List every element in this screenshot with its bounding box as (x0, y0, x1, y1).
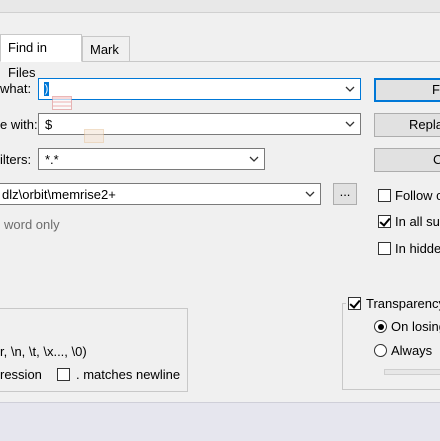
filters-value: *.* (45, 152, 59, 167)
replace-with-label: e with: (0, 117, 38, 132)
browse-label: ... (339, 184, 351, 199)
matches-newline-label: . matches newline (76, 367, 181, 382)
regex-mode-label[interactable]: ression (0, 367, 42, 382)
directory-value: dlz\orbit\memrise2+ (2, 187, 116, 202)
filters-label: ilters: (0, 152, 32, 167)
browse-directory-button[interactable]: ... (333, 183, 357, 205)
in-all-subfolders-checkbox[interactable] (378, 215, 391, 228)
in-hidden-folders-label: In hidde (395, 241, 440, 256)
directory-combo[interactable]: dlz\orbit\memrise2+ (0, 183, 321, 205)
match-whole-word-label[interactable]: word only (4, 217, 60, 232)
chevron-down-icon[interactable] (343, 82, 357, 96)
transparency-checkbox[interactable] (348, 297, 361, 310)
replace-button-label: Repla (409, 117, 440, 132)
tab-mark[interactable]: Mark (82, 36, 130, 61)
transparency-slider[interactable] (384, 369, 440, 375)
follow-current-doc-label: Follow c (395, 188, 440, 203)
find-all-button[interactable]: F (374, 78, 440, 102)
window-top-edge (0, 0, 440, 13)
status-bar (0, 402, 440, 441)
replace-with-value: $ (45, 117, 53, 132)
replace-hint-icon (84, 129, 104, 143)
on-losing-focus-radio[interactable] (374, 320, 387, 333)
replace-in-files-button[interactable]: Repla (374, 113, 440, 137)
find-all-label: F (432, 82, 440, 97)
in-all-subfolders-label: In all su (395, 214, 440, 229)
close-button[interactable]: C (374, 148, 440, 172)
tab-find-in-files[interactable]: Find in Files (0, 34, 82, 80)
chevron-down-icon[interactable] (303, 187, 317, 201)
follow-current-doc-checkbox[interactable] (378, 189, 391, 202)
find-what-combo[interactable]: ) (38, 78, 361, 100)
extended-mode-label: r, \n, \t, \x..., \0) (0, 344, 87, 359)
tab-find-in-files-label: Find in Files (8, 40, 48, 80)
regex-hint-icon (52, 96, 72, 110)
transparency-label: Transparency (366, 296, 440, 311)
always-label: Always (391, 343, 433, 358)
find-what-value: ) (44, 82, 49, 96)
chevron-down-icon[interactable] (343, 117, 357, 131)
tab-mark-label: Mark (90, 42, 119, 57)
in-hidden-folders-checkbox[interactable] (378, 242, 391, 255)
matches-newline-checkbox[interactable] (57, 368, 70, 381)
chevron-down-icon[interactable] (247, 152, 261, 166)
filters-combo[interactable]: *.* (38, 148, 265, 170)
always-radio[interactable] (374, 344, 387, 357)
on-losing-focus-label: On losing (391, 319, 440, 334)
close-button-label: C (433, 152, 440, 167)
